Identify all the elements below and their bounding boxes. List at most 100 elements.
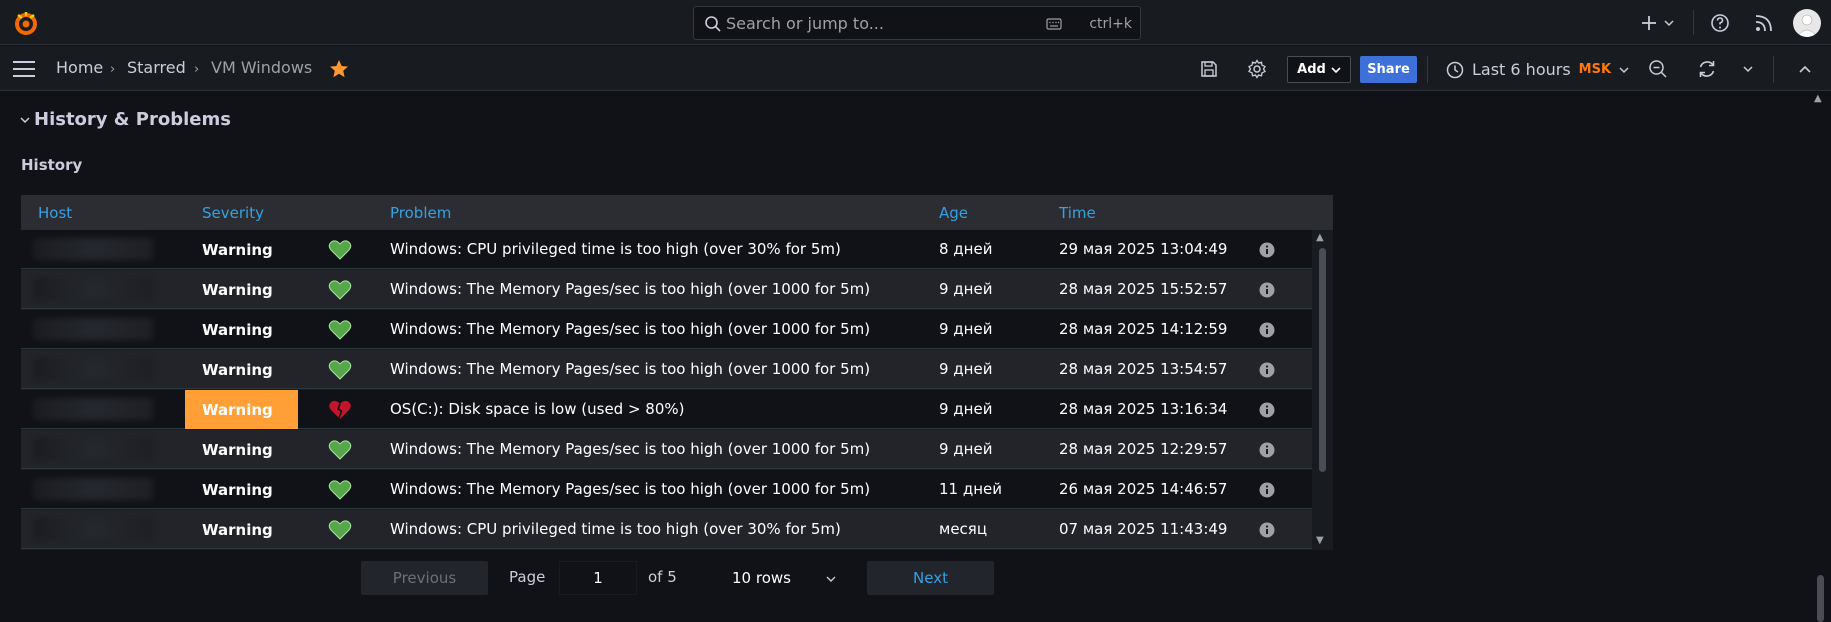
host-cell xyxy=(33,478,153,500)
scroll-up-icon[interactable]: ▲ xyxy=(1316,232,1324,243)
severity-text: Warning xyxy=(202,520,273,539)
column-header-host[interactable]: Host xyxy=(38,204,72,222)
gear-icon xyxy=(1248,59,1266,79)
row-title[interactable]: History & Problems xyxy=(20,109,231,130)
chevron-down-icon xyxy=(20,116,30,123)
column-header-time[interactable]: Time xyxy=(1059,204,1096,222)
refresh-icon xyxy=(1699,61,1715,77)
time-cell: 26 мая 2025 14:46:57 xyxy=(1059,480,1228,498)
time-cell: 28 мая 2025 15:52:57 xyxy=(1059,280,1228,298)
save-dashboard-button[interactable] xyxy=(1198,58,1220,80)
avatar[interactable] xyxy=(1793,9,1821,37)
info-icon[interactable] xyxy=(1259,322,1275,338)
scroll-up-icon[interactable]: ▲ xyxy=(1814,93,1822,104)
rows-per-page-select[interactable]: 10 rows xyxy=(720,561,846,595)
share-button[interactable]: Share xyxy=(1360,56,1417,83)
page-number-input[interactable] xyxy=(559,561,637,595)
history-table: Host Severity Problem Age Time Warning Wi… xyxy=(21,195,1333,550)
breadcrumb-home[interactable]: Home xyxy=(56,58,103,77)
page-count: of 5 xyxy=(648,568,677,586)
time-range-picker[interactable]: Last 6 hours MSK xyxy=(1446,56,1629,83)
heart-icon xyxy=(328,440,352,460)
chevron-up-icon xyxy=(1799,65,1811,73)
rows-per-page-value: 10 rows xyxy=(732,569,791,587)
host-cell xyxy=(33,318,153,340)
breadcrumb-starred[interactable]: Starred xyxy=(127,58,186,77)
table-row[interactable]: Warning Windows: CPU privileged time is t… xyxy=(21,230,1312,269)
table-row[interactable]: Warning Windows: The Memory Pages/sec is … xyxy=(21,430,1312,469)
dashboard-settings-button[interactable] xyxy=(1246,58,1268,80)
zoom-out-button[interactable] xyxy=(1647,58,1669,80)
star-icon[interactable] xyxy=(328,58,350,80)
menu-icon[interactable] xyxy=(12,60,36,78)
scrollbar-thumb[interactable] xyxy=(1319,248,1326,472)
chevron-down-icon xyxy=(1619,66,1629,73)
heart-icon xyxy=(328,240,352,260)
search-icon xyxy=(705,16,721,32)
info-icon[interactable] xyxy=(1259,522,1275,538)
problem-cell: Windows: The Memory Pages/sec is too hig… xyxy=(390,320,871,338)
user-icon xyxy=(1796,14,1818,37)
page-scrollbar-thumb[interactable] xyxy=(1817,575,1824,622)
next-page-button[interactable]: Next xyxy=(867,561,994,595)
table-row[interactable]: Warning OS(C:): Disk space is low (used >… xyxy=(21,390,1312,429)
table-row[interactable]: Warning Windows: The Memory Pages/sec is … xyxy=(21,270,1312,309)
info-icon[interactable] xyxy=(1259,402,1275,418)
zoom-out-icon xyxy=(1649,60,1667,78)
page-label: Page xyxy=(509,568,546,586)
info-icon[interactable] xyxy=(1259,242,1275,258)
severity-cell: Warning xyxy=(185,230,298,269)
age-cell: 9 дней xyxy=(939,280,993,298)
info-icon[interactable] xyxy=(1259,442,1275,458)
problem-cell: Windows: The Memory Pages/sec is too hig… xyxy=(390,480,871,498)
refresh-interval-dropdown[interactable] xyxy=(1738,58,1758,80)
dashboard-nav-bar: Home › Starred › VM Windows Add Share La… xyxy=(0,46,1831,91)
table-row[interactable]: Warning Windows: The Memory Pages/sec is … xyxy=(21,310,1312,349)
table-row[interactable]: Warning Windows: The Memory Pages/sec is … xyxy=(21,350,1312,389)
heart-icon xyxy=(328,360,352,380)
table-body: Warning Windows: CPU privileged time is t… xyxy=(21,230,1312,550)
severity-text: Warning xyxy=(202,240,273,259)
info-icon[interactable] xyxy=(1259,362,1275,378)
grafana-logo-icon[interactable] xyxy=(12,9,40,37)
breadcrumb-separator-icon: › xyxy=(194,62,200,77)
breadcrumb-current: VM Windows xyxy=(211,58,313,77)
add-button[interactable]: Add xyxy=(1287,56,1351,83)
collapse-toolbar-button[interactable] xyxy=(1794,58,1816,80)
scroll-down-icon[interactable]: ▼ xyxy=(1316,535,1324,546)
time-range-label: Last 6 hours xyxy=(1472,60,1571,79)
severity-cell: Warning xyxy=(185,310,298,349)
time-cell: 29 мая 2025 13:04:49 xyxy=(1059,240,1228,258)
page-scrollbar[interactable]: ▲ xyxy=(1810,91,1831,622)
news-button[interactable] xyxy=(1753,12,1775,34)
new-button[interactable] xyxy=(1640,12,1678,34)
severity-cell: Warning xyxy=(185,510,298,549)
host-cell xyxy=(33,438,153,460)
previous-page-button[interactable]: Previous xyxy=(361,561,488,595)
column-header-severity[interactable]: Severity xyxy=(202,204,264,222)
problem-cell: Windows: The Memory Pages/sec is too hig… xyxy=(390,360,871,378)
severity-text: Warning xyxy=(202,400,273,419)
severity-text: Warning xyxy=(202,440,273,459)
row-title-label: History & Problems xyxy=(34,109,231,130)
chevron-down-icon xyxy=(1743,66,1753,73)
heart-icon xyxy=(328,280,352,300)
age-cell: 8 дней xyxy=(939,240,993,258)
refresh-button[interactable] xyxy=(1696,58,1718,80)
table-row[interactable]: Warning Windows: The Memory Pages/sec is … xyxy=(21,470,1312,509)
search-input[interactable]: Search or jump to... ctrl+k xyxy=(693,6,1141,40)
info-icon[interactable] xyxy=(1259,282,1275,298)
timezone-badge: MSK xyxy=(1578,62,1612,77)
column-header-age[interactable]: Age xyxy=(939,204,968,222)
heart-icon xyxy=(328,480,352,500)
table-scrollbar[interactable]: ▲ ▼ xyxy=(1312,230,1333,550)
column-header-problem[interactable]: Problem xyxy=(390,204,451,222)
divider xyxy=(1693,10,1694,35)
panel-title: History xyxy=(21,156,83,174)
help-button[interactable] xyxy=(1709,12,1731,34)
clock-icon xyxy=(1446,61,1464,78)
time-cell: 28 мая 2025 13:54:57 xyxy=(1059,360,1228,378)
info-icon[interactable] xyxy=(1259,482,1275,498)
host-cell xyxy=(33,518,153,540)
table-row[interactable]: Warning Windows: CPU privileged time is t… xyxy=(21,510,1312,549)
